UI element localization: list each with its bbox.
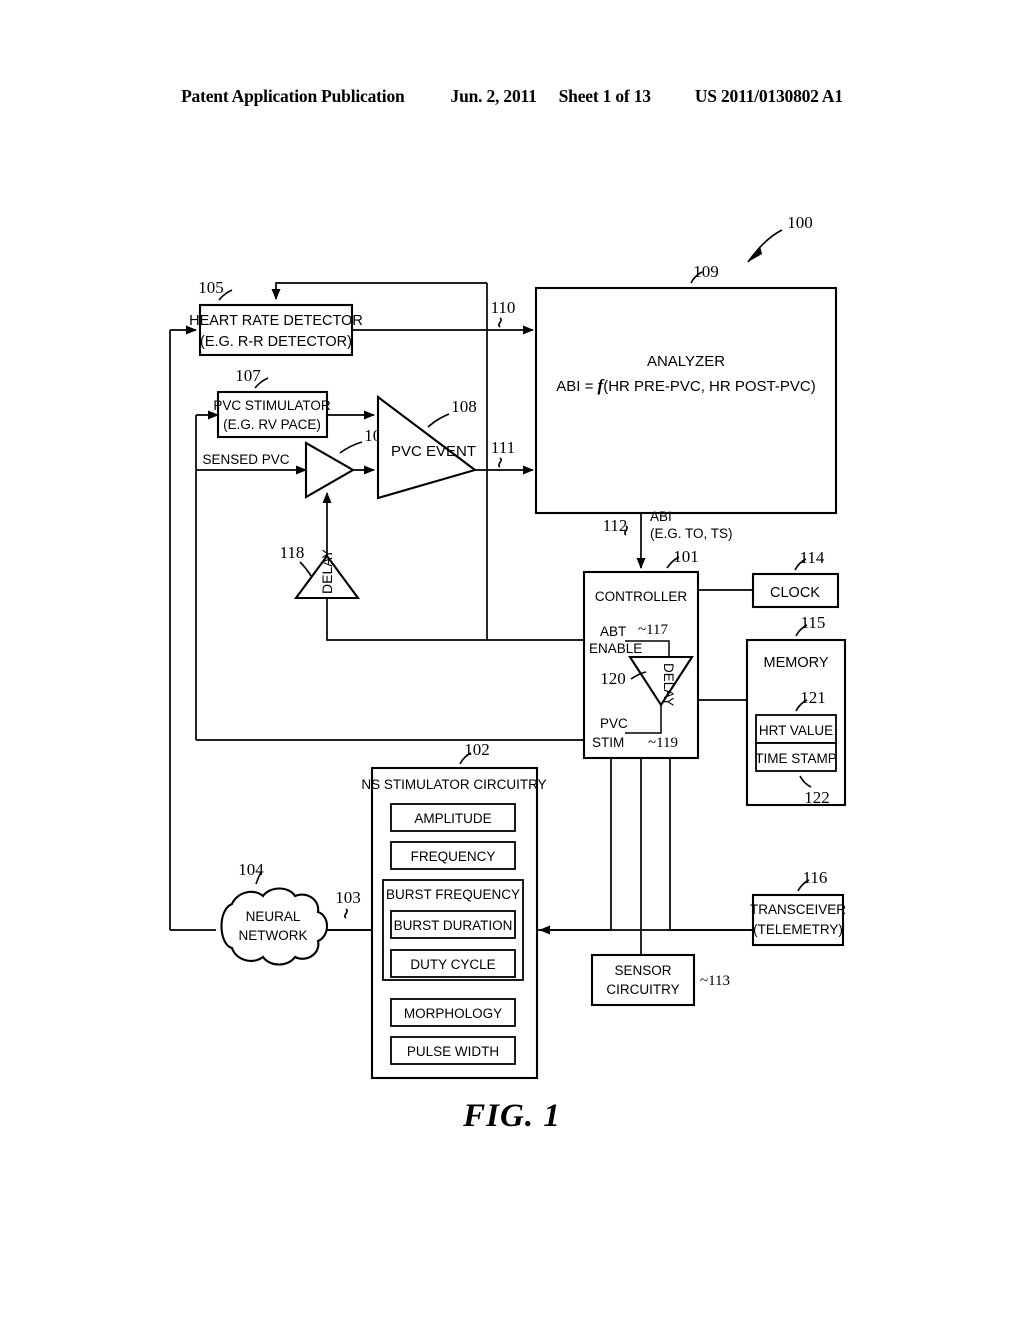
block-controller[interactable]: CONTROLLER 101 ABT ~117 ENABLE DELAY 120… <box>582 547 700 760</box>
ref-103: 103 <box>335 888 361 907</box>
controller-pvc-line2: STIM <box>592 735 624 750</box>
ns-param-duty-cycle: DUTY CYCLE <box>410 957 495 972</box>
controller-pvc-line1: PVC <box>600 716 628 731</box>
block-analyzer[interactable]: ANALYZER ABI = f(HR PRE-PVC, HR POST-PVC… <box>534 262 838 515</box>
ref-118: 118 <box>280 543 305 562</box>
ref-104: 104 <box>238 860 264 879</box>
block-sensor-circuitry[interactable]: SENSOR CIRCUITRY ~113 <box>590 953 730 1007</box>
ref-121: 121 <box>800 688 826 707</box>
delay-120-label: DELAY <box>661 663 676 706</box>
sensor-circuitry-line2: CIRCUITRY <box>606 982 679 997</box>
delay-118-label: DELAY <box>319 548 335 594</box>
ref-101: 101 <box>673 547 699 566</box>
clock-label: CLOCK <box>770 585 820 601</box>
heart-rate-detector-line2: (E.G. R-R DETECTOR) <box>200 334 352 350</box>
memory-label: MEMORY <box>764 655 829 671</box>
ns-param-morphology: MORPHOLOGY <box>404 1006 502 1021</box>
ref-112: 112 <box>603 516 628 535</box>
ns-param-amplitude: AMPLITUDE <box>414 811 491 826</box>
transceiver-line2: (TELEMETRY) <box>753 922 843 937</box>
block-transceiver[interactable]: TRANSCEIVER (TELEMETRY) 116 <box>750 868 846 947</box>
ns-param-burst-frequency: BURST FREQUENCY <box>386 887 520 902</box>
ref-119: ~119 <box>648 735 678 751</box>
delay-118[interactable]: DELAY 118 <box>280 543 361 600</box>
svg-text:ABI = f(HR PRE-PVC, HR POST-: ABI = f(HR PRE-PVC, HR POST-PVC) <box>556 376 815 395</box>
neural-network-line1: NEURAL <box>246 909 301 924</box>
signal-111: 111 <box>491 438 515 468</box>
ns-param-burst-duration: BURST DURATION <box>394 918 513 933</box>
transceiver-line1: TRANSCEIVER <box>750 902 846 917</box>
ns-param-frequency: FREQUENCY <box>411 849 496 864</box>
sensed-pvc-label: SENSED PVC <box>202 452 289 467</box>
signal-110: 110 <box>491 298 516 328</box>
block-clock[interactable]: CLOCK 114 <box>751 548 840 609</box>
block-pvc-event[interactable]: PVC EVENT 108 <box>376 394 478 500</box>
controller-abt-line1: ABT <box>600 624 626 639</box>
ref-109: 109 <box>693 262 719 281</box>
patent-figure-page: Patent Application Publication Jun. 2, 2… <box>0 0 1024 1320</box>
ns-param-pulse-width: PULSE WIDTH <box>407 1044 499 1059</box>
system-ref-100: 100 <box>747 213 813 263</box>
figure-caption: FIG. 1 <box>463 1098 561 1134</box>
pvc-stimulator-line2: (E.G. RV PACE) <box>223 417 321 432</box>
ref-108: 108 <box>451 397 477 416</box>
pvc-event-label: PVC EVENT <box>391 443 476 460</box>
ref-110: 110 <box>491 298 516 317</box>
ref-111: 111 <box>491 438 515 457</box>
controller-abt-line2: ENABLE <box>589 641 642 656</box>
ref-115: 115 <box>801 613 826 632</box>
ref-102: 102 <box>464 740 490 759</box>
ref-105: 105 <box>198 278 224 297</box>
ref-114: 114 <box>800 548 825 567</box>
time-stamp-label: TIME STAMP <box>755 751 837 766</box>
system-ref-label: 100 <box>787 213 813 232</box>
analyzer-title: ANALYZER <box>647 353 725 370</box>
abi-label-line1: ABI <box>650 509 672 524</box>
analyzer-formula-lhs: ABI = <box>556 378 597 395</box>
neural-network-line2: NETWORK <box>239 928 308 943</box>
signal-103: 103 <box>335 888 361 919</box>
pvc-stimulator-line1: PVC STIMULATOR <box>213 398 331 413</box>
ns-stimulator-title: NS STIMULATOR CIRCUITRY <box>361 777 546 792</box>
controller-title: CONTROLLER <box>595 589 688 604</box>
block-pvc-stimulator[interactable]: PVC STIMULATOR (E.G. RV PACE) 107 <box>213 366 331 439</box>
ref-120: 120 <box>600 669 626 688</box>
ref-107: 107 <box>235 366 261 385</box>
abi-label-line2: (E.G. TO, TS) <box>650 526 733 541</box>
analyzer-formula-rhs: (HR PRE-PVC, HR POST-PVC) <box>603 378 816 395</box>
ref-122: 122 <box>804 788 830 807</box>
ref-117: ~117 <box>638 622 669 638</box>
sensor-circuitry-line1: SENSOR <box>614 963 671 978</box>
hrt-value-label: HRT VALUE <box>759 723 833 738</box>
block-memory[interactable]: MEMORY 115 HRT VALUE 121 TIME STAMP 122 <box>745 613 847 807</box>
block-ns-stimulator-circuitry[interactable]: NS STIMULATOR CIRCUITRY 102 AMPLITUDE FR… <box>361 740 547 1080</box>
ref-113: ~113 <box>700 973 730 989</box>
block-neural-network[interactable]: NEURAL NETWORK 104 <box>220 860 329 966</box>
ref-116: 116 <box>803 868 828 887</box>
heart-rate-detector-line1: HEART RATE DETECTOR <box>189 313 363 329</box>
